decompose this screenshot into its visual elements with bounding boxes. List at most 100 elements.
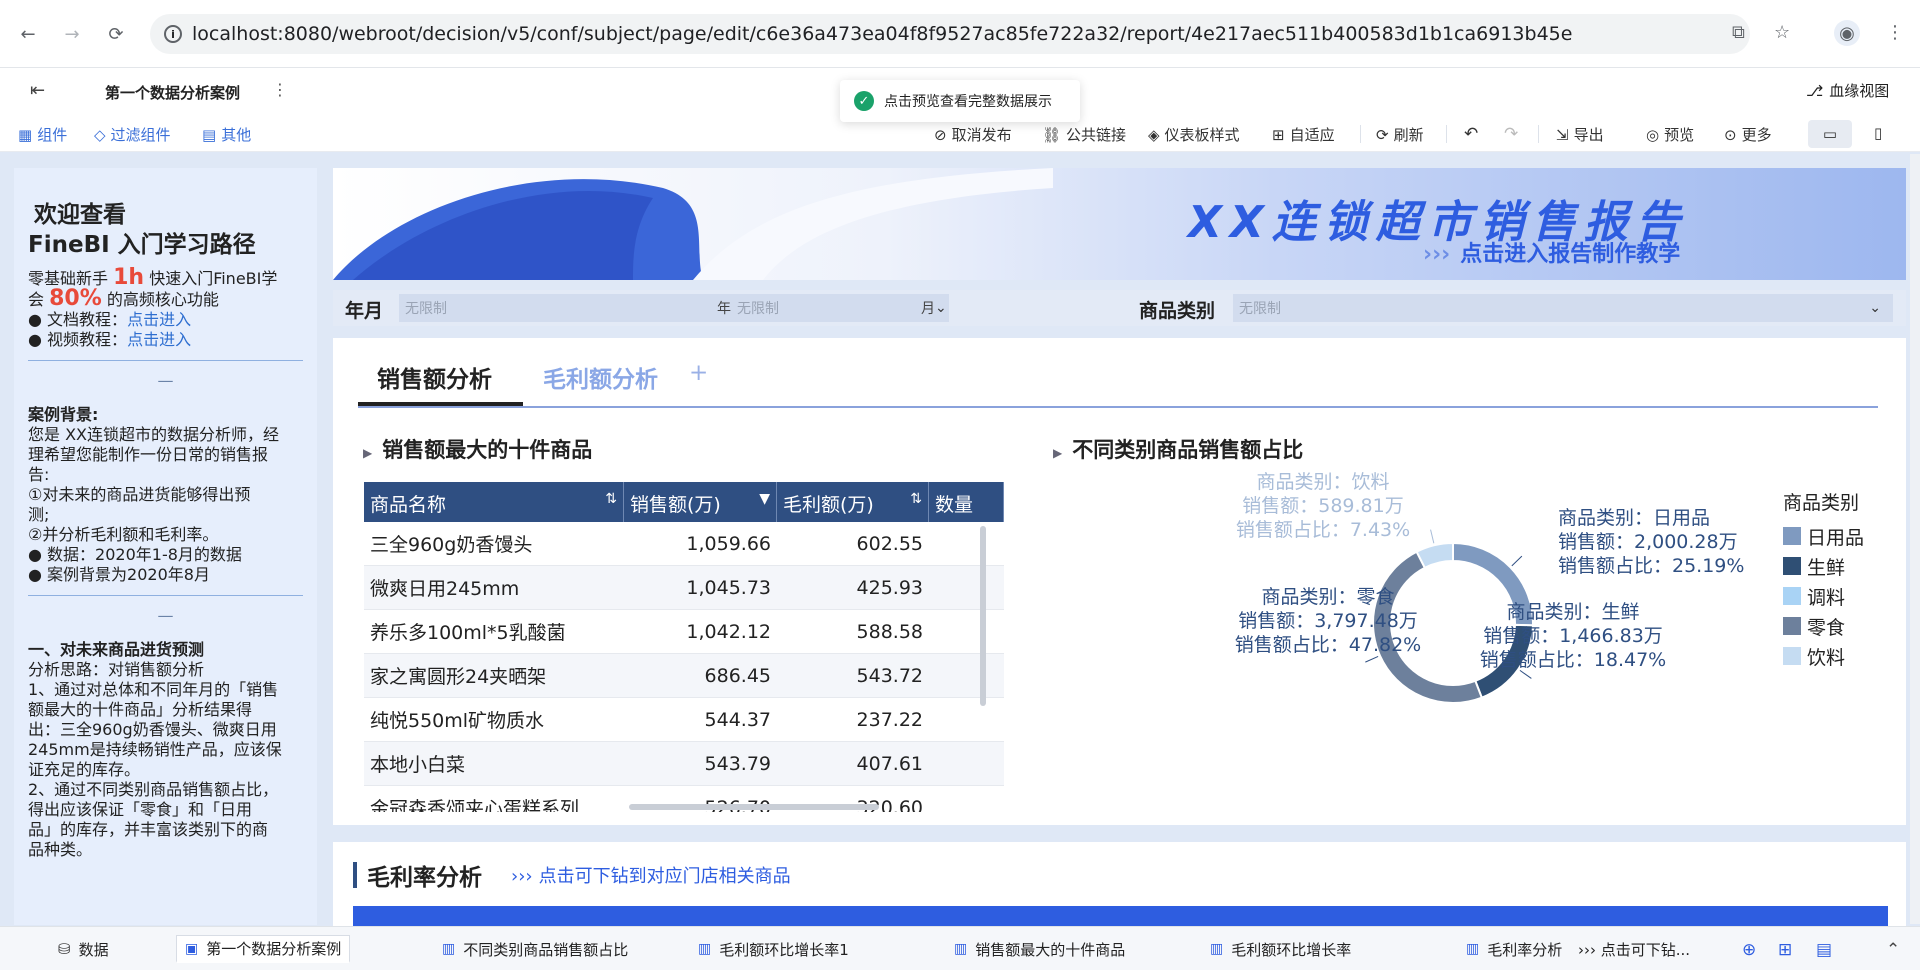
refresh-button[interactable]: ⟳ 刷新	[1376, 124, 1424, 145]
legend-item[interactable]: 生鲜	[1783, 551, 1864, 581]
export-button[interactable]: ⇲ 导出	[1556, 124, 1604, 145]
table-row[interactable]: 家之寓圆形24夹晒架 686.45 543.72	[364, 654, 1004, 698]
bottom-tab-component[interactable]: ▥ 毛利率分析	[1458, 935, 1570, 963]
table-row[interactable]: 微爽日用245mm 1,045.73 425.93	[364, 566, 1004, 610]
year-filter[interactable]: 无限制 年 无限制 月 ⌄	[399, 294, 949, 322]
bottom-tab-dashboard[interactable]: ▣ 第一个数据分析案例	[176, 935, 351, 963]
redo-button[interactable]: ↷	[1504, 124, 1518, 144]
table-header: 商品名称 ⇅ 销售额(万) ▼ 毛利额(万) ⇅ 数量	[364, 482, 1004, 522]
add-tab-button[interactable]: +	[689, 360, 708, 386]
table-row[interactable]: 三全960g奶香馒头 1,059.66 602.55	[364, 522, 1004, 566]
divider-dash: —	[157, 371, 174, 390]
column-header-sales[interactable]: 销售额(万) ▼	[624, 482, 777, 522]
bottom-tab-component[interactable]: ▥ 不同类别商品销售额占比	[434, 935, 636, 963]
table-cell: 纯悦550ml矿物质水	[370, 710, 545, 732]
preview-button[interactable]: ◎ 预览	[1646, 124, 1694, 145]
adaptive-button[interactable]: ⊞ 自适应	[1272, 124, 1335, 145]
legend-title: 商品类别	[1783, 492, 1860, 514]
table-cell: 544.37	[704, 708, 771, 731]
data-label: 销售额占比：18.47%	[1480, 649, 1666, 671]
preview-icon: ◎	[1646, 125, 1660, 144]
text-line: ②并分析毛利额和毛利率。	[28, 525, 219, 544]
category-filter[interactable]: 无限制 ⌄	[1233, 294, 1893, 322]
profile-icon[interactable]: ◉	[1834, 20, 1860, 46]
data-label: 销售额：2,000.28万	[1558, 531, 1738, 553]
table-cell: 602.55	[856, 532, 923, 555]
exit-icon[interactable]: ⇤	[30, 80, 45, 101]
donut-slice-4[interactable]	[1415, 541, 1454, 570]
sort-icon[interactable]: ⇅	[605, 491, 617, 507]
legend-label: 生鲜	[1807, 556, 1846, 579]
banner-tutorial-link[interactable]: ››› 点击进入报告制作教学	[1423, 236, 1680, 268]
add-component-icon[interactable]: ⊕	[1742, 940, 1756, 960]
filter-icon: ◇	[94, 125, 106, 144]
video-tutorial-link[interactable]: 点击进入	[127, 330, 191, 349]
divider-dash: —	[157, 606, 174, 625]
column-header-name[interactable]: 商品名称 ⇅	[364, 482, 624, 522]
unpublish-icon: ⊘	[934, 125, 947, 144]
legend-item[interactable]: 饮料	[1783, 641, 1864, 671]
chart-icon: ▥	[1210, 941, 1224, 957]
text-line: 理希望您能制作一份日常的销售报	[28, 445, 269, 464]
unpublish-button[interactable]: ⊘ 取消发布	[934, 124, 1012, 145]
table-cell: 三全960g奶香馒头	[370, 534, 533, 556]
back-icon[interactable]: ←	[16, 22, 40, 46]
reload-icon[interactable]: ⟳	[104, 22, 128, 46]
translate-icon[interactable]: ⧉	[1732, 22, 1745, 43]
collapse-icon[interactable]: ⌃	[1886, 940, 1900, 960]
dashboard-style-button[interactable]: ◈ 仪表板样式	[1148, 124, 1240, 145]
table-row[interactable]: 纯悦550ml矿物质水 544.37 237.22	[364, 698, 1004, 742]
doc-tutorial-link[interactable]: 点击进入	[127, 310, 191, 329]
data-label: 销售额占比：7.43%	[1236, 519, 1410, 541]
bottom-tab-component[interactable]: ››› 点击可下钻...	[1570, 935, 1698, 963]
tab-sales-analysis[interactable]: 销售额分析	[377, 360, 492, 394]
more-button[interactable]: ⊙ 更多	[1724, 124, 1772, 145]
bottom-tab-component[interactable]: ▥ 销售额最大的十件商品	[946, 935, 1133, 963]
add-dashboard-icon[interactable]: ⊞	[1778, 940, 1792, 960]
forward-icon[interactable]: →	[60, 22, 84, 46]
mobile-view-button[interactable]: ▯	[1874, 124, 1882, 142]
horizontal-scrollbar[interactable]	[629, 804, 879, 810]
table-cell: 407.61	[856, 752, 923, 775]
bottom-tab-component[interactable]: ▥ 毛利额环比增长率	[1202, 935, 1359, 963]
drilldown-link[interactable]: ››› 点击可下钻到对应门店相关商品	[511, 862, 791, 888]
top-products-table[interactable]: 商品名称 ⇅ 销售额(万) ▼ 毛利额(万) ⇅ 数量 三全960g奶香馒头 1,059…	[364, 482, 1004, 812]
filter-icon[interactable]: ▼	[759, 491, 770, 507]
filter-component-button[interactable]: ◇ 过滤组件	[94, 124, 171, 145]
menu-dots-icon[interactable]: ⋮	[1886, 22, 1904, 43]
data-label: 销售额：1,466.83万	[1483, 625, 1663, 647]
component-button[interactable]: ▦ 组件	[18, 124, 67, 145]
page-scrollbar[interactable]	[1910, 154, 1920, 924]
desktop-view-button[interactable]: ▭	[1808, 120, 1852, 148]
title-more-icon[interactable]: ⋮	[272, 80, 288, 99]
report-banner[interactable]: XX连锁超市销售报告 ››› 点击进入报告制作教学	[333, 168, 1906, 280]
tab-gross-profit-analysis[interactable]: 毛利额分析	[543, 360, 658, 394]
chart-icon: ▥	[1466, 941, 1480, 957]
legend-swatch	[1783, 617, 1801, 635]
sort-icon[interactable]: ⇅	[910, 491, 922, 507]
table-cell: 金冠森香颂夹心蛋糕系列	[370, 798, 580, 812]
desktop-icon: ▭	[1822, 125, 1838, 143]
column-header-profit[interactable]: 毛利额(万) ⇅	[777, 482, 929, 522]
undo-button[interactable]: ↶	[1464, 124, 1478, 144]
bottom-tab-component[interactable]: ▥ 毛利额环比增长率1	[690, 935, 857, 963]
column-header-quantity[interactable]: 数量	[929, 482, 1004, 522]
component-icon: ▦	[18, 125, 33, 144]
legend-item[interactable]: 零食	[1783, 611, 1864, 641]
vertical-scrollbar[interactable]	[980, 526, 986, 706]
public-link-button[interactable]: ⛓ 公共链接	[1042, 124, 1126, 145]
lineage-view-button[interactable]: ⎇ 血缘视图	[1806, 80, 1889, 101]
legend-item[interactable]: 调料	[1783, 581, 1864, 611]
bottom-tab-data[interactable]: ⛁ 数据	[50, 935, 117, 963]
table-row[interactable]: 本地小白菜 543.79 407.61	[364, 742, 1004, 786]
add-report-icon[interactable]: ▤	[1816, 940, 1832, 960]
table-row[interactable]: 养乐多100ml*5乳酸菌 1,042.12 588.58	[364, 610, 1004, 654]
legend-item[interactable]: 日用品	[1783, 521, 1864, 551]
gross-margin-card: 毛利率分析 ››› 点击可下钻到对应门店相关商品	[333, 842, 1906, 932]
star-icon[interactable]: ☆	[1774, 22, 1790, 43]
other-button[interactable]: ▤ 其他	[202, 124, 251, 145]
text-line: ①对未来的商品进货能够得出预	[28, 485, 251, 504]
address-bar[interactable]: i localhost:8080/webroot/decision/v5/con…	[150, 14, 1750, 54]
site-info-icon[interactable]: i	[164, 25, 182, 43]
background-title: 案例背景:	[28, 405, 99, 424]
